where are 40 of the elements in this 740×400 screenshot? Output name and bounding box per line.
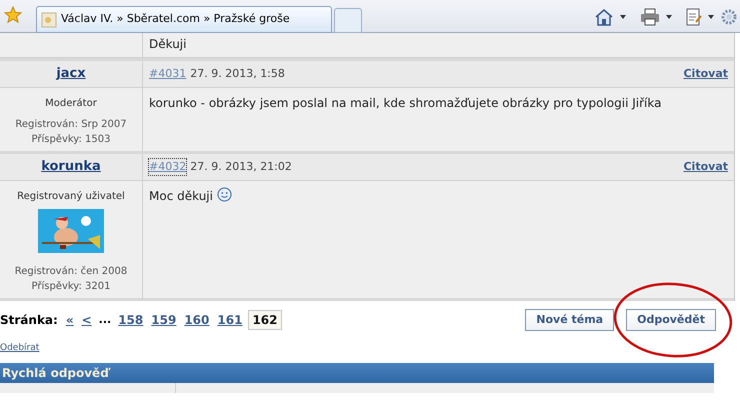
pagination-label: Stránka: bbox=[0, 312, 58, 329]
settings-icon[interactable] bbox=[720, 8, 738, 26]
browser-tab[interactable]: Václav IV. » Sběratel.com » Pražské groše bbox=[36, 6, 332, 33]
page-icon bbox=[41, 12, 57, 28]
page-link[interactable]: 162 bbox=[248, 310, 282, 330]
action-button[interactable]: Nové téma bbox=[525, 309, 614, 331]
author-link[interactable]: jacx bbox=[56, 64, 86, 84]
quote-link[interactable]: Citovat bbox=[683, 66, 728, 82]
post-count: Příspěvky: 1503 bbox=[32, 133, 110, 147]
printer-icon[interactable] bbox=[640, 8, 660, 26]
post-message: Moc děkuji bbox=[149, 189, 213, 203]
subscribe-link[interactable]: Odebírat bbox=[0, 343, 40, 353]
post-date: 27. 9. 2013, 1:58 bbox=[190, 66, 285, 82]
quick-reply-header: Rychlá odpověď bbox=[0, 363, 714, 383]
dropdown-icon[interactable] bbox=[708, 15, 714, 19]
post-message: korunko - obrázky jsem poslal na mail, kde shromažďujete obrázky pro typologii Jiříka bbox=[149, 96, 662, 110]
home-icon[interactable] bbox=[594, 7, 614, 27]
quote-link[interactable]: Citovat bbox=[683, 158, 728, 176]
page-link[interactable]: < bbox=[80, 311, 93, 329]
author-link[interactable]: korunka bbox=[41, 157, 101, 177]
page-link[interactable]: 159 bbox=[150, 311, 178, 329]
action-button[interactable]: Odpovědět bbox=[626, 309, 716, 331]
registration-date: Registrován: čen 2008 bbox=[14, 265, 128, 279]
page-link[interactable]: 160 bbox=[183, 311, 210, 329]
registration-date: Registrován: Srp 2007 bbox=[15, 118, 127, 132]
user-role: Registrovaný uživatel bbox=[17, 190, 125, 204]
pagination-ellipsis: ... bbox=[98, 312, 112, 328]
dropdown-icon[interactable] bbox=[620, 15, 626, 19]
post-count: Příspěvky: 3201 bbox=[32, 280, 110, 294]
page-link[interactable]: « bbox=[64, 311, 75, 329]
tab-title: Václav IV. » Sběratel.com » Pražské groše bbox=[61, 11, 290, 28]
post-message: Děkuji bbox=[149, 37, 186, 51]
page-edit-icon[interactable] bbox=[686, 8, 702, 26]
star-icon[interactable] bbox=[4, 6, 22, 24]
page-link[interactable]: 161 bbox=[216, 311, 244, 329]
post-date: 27. 9. 2013, 21:02 bbox=[190, 158, 292, 175]
smiley-icon bbox=[216, 187, 232, 202]
user-role: Moderátor bbox=[45, 97, 97, 111]
dropdown-icon[interactable] bbox=[666, 15, 672, 19]
page-link[interactable]: 158 bbox=[117, 311, 144, 329]
